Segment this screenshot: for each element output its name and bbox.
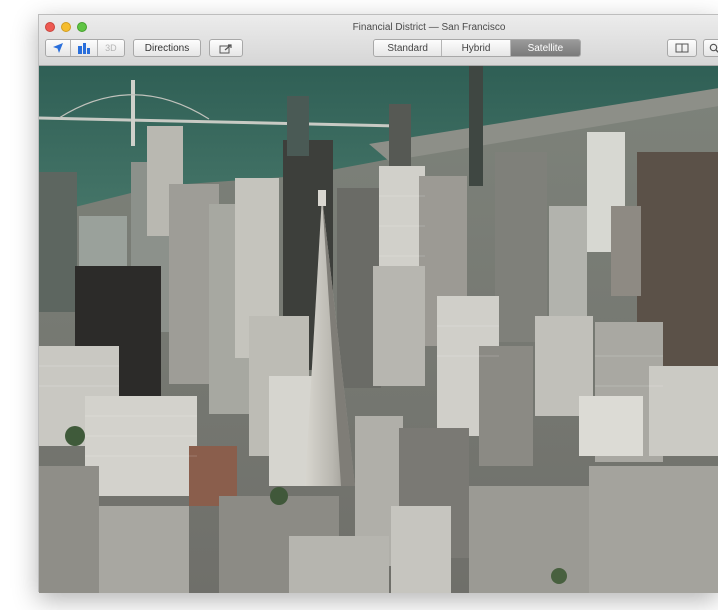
search-icon bbox=[709, 43, 718, 53]
minimize-button[interactable] bbox=[61, 22, 71, 32]
view-controls: 3D bbox=[45, 39, 125, 57]
zoom-button[interactable] bbox=[77, 22, 87, 32]
maps-window: Financial District — San Francisco 3D Di… bbox=[38, 14, 718, 593]
share-icon bbox=[219, 43, 232, 53]
search-button[interactable] bbox=[703, 39, 718, 57]
current-location-button[interactable] bbox=[46, 40, 72, 56]
directions-button[interactable]: Directions bbox=[133, 39, 201, 57]
location-arrow-icon bbox=[53, 43, 64, 53]
book-sidebar-icon bbox=[675, 43, 689, 53]
share-button[interactable] bbox=[209, 39, 243, 57]
map-mode-hybrid[interactable]: Hybrid bbox=[442, 40, 511, 56]
flyover-city-image bbox=[39, 66, 718, 593]
window-title: Financial District — San Francisco bbox=[352, 22, 506, 33]
satellite-map-view[interactable] bbox=[39, 66, 718, 593]
buildings-3d-icon bbox=[78, 43, 91, 54]
map-mode-standard[interactable]: Standard bbox=[374, 40, 443, 56]
map-mode-satellite[interactable]: Satellite bbox=[510, 40, 580, 56]
map-mode-selector: Standard Hybrid Satellite bbox=[373, 39, 581, 57]
buildings-3d-button[interactable] bbox=[71, 40, 98, 56]
close-button[interactable] bbox=[45, 22, 55, 32]
view-3d-toggle[interactable]: 3D bbox=[97, 40, 124, 56]
titlebar: Financial District — San Francisco 3D Di… bbox=[39, 15, 718, 66]
sidebar-button[interactable] bbox=[667, 39, 697, 57]
